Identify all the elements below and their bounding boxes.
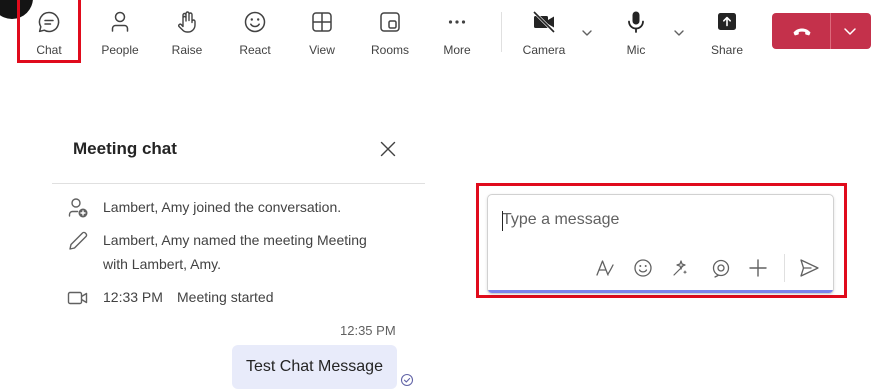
- mic-label: Mic: [626, 43, 646, 57]
- copilot-icon[interactable]: [670, 257, 692, 279]
- people-button[interactable]: People: [94, 6, 146, 62]
- event-joined-text: Lambert, Amy joined the conversation.: [103, 199, 342, 215]
- rooms-label: Rooms: [370, 43, 409, 57]
- people-icon: [111, 11, 129, 32]
- more-icon: [448, 20, 466, 24]
- text-caret: [502, 211, 503, 231]
- toolbar-divider: [501, 12, 502, 52]
- react-button[interactable]: React: [229, 6, 281, 62]
- raise-label: Raise: [171, 43, 203, 57]
- grid-view-icon: [312, 12, 332, 32]
- compose-focus-bar: [488, 290, 833, 293]
- breakout-rooms-icon: [380, 12, 400, 32]
- camera-button[interactable]: Camera: [518, 6, 570, 62]
- chat-button-highlight: [17, 0, 81, 63]
- event-renamed-text-line2: with Lambert, Amy.: [103, 256, 222, 272]
- camera-label: Camera: [522, 43, 566, 57]
- sent-check-icon: [400, 373, 414, 387]
- panel-divider: [52, 183, 425, 184]
- view-label: View: [309, 43, 335, 57]
- react-label: React: [239, 43, 271, 57]
- rooms-button[interactable]: Rooms: [364, 6, 416, 62]
- share-button[interactable]: Share: [701, 6, 753, 62]
- event-time: 12:33 PM: [103, 289, 163, 305]
- people-label: People: [101, 43, 139, 57]
- pencil-icon: [69, 231, 88, 250]
- event-started-text: Meeting started: [177, 289, 274, 305]
- hand-icon: [178, 11, 196, 33]
- mic-chevron-down-icon[interactable]: [672, 26, 686, 40]
- video-camera-icon: [67, 291, 88, 305]
- share-label: Share: [710, 43, 744, 57]
- more-label: More: [443, 43, 471, 57]
- send-icon[interactable]: [798, 257, 820, 279]
- compose-divider: [784, 254, 785, 282]
- microphone-icon: [628, 11, 644, 33]
- leave-divider: [830, 13, 831, 49]
- person-joined-icon: [68, 198, 88, 218]
- leave-button-group: [772, 13, 871, 49]
- chat-message-bubble[interactable]: Test Chat Message: [232, 345, 397, 389]
- message-timestamp: 12:35 PM: [340, 323, 396, 338]
- emoji-icon[interactable]: [632, 257, 654, 279]
- close-icon[interactable]: [378, 139, 398, 159]
- message-input[interactable]: [502, 207, 802, 233]
- loop-icon[interactable]: [710, 257, 732, 279]
- view-button[interactable]: View: [296, 6, 348, 62]
- hang-up-icon[interactable]: [791, 22, 813, 40]
- mic-button[interactable]: Mic: [610, 6, 662, 62]
- camera-chevron-down-icon[interactable]: [580, 26, 594, 40]
- camera-off-icon: [532, 10, 556, 34]
- leave-chevron-down-icon[interactable]: [842, 24, 858, 38]
- share-screen-icon: [718, 13, 736, 30]
- panel-title: Meeting chat: [73, 139, 177, 158]
- meeting-toolbar: Chat People Raise React View Rooms More …: [0, 0, 874, 70]
- emoji-icon: [244, 11, 266, 33]
- format-icon[interactable]: [594, 257, 616, 279]
- plus-icon[interactable]: [747, 257, 769, 279]
- raise-hand-button[interactable]: Raise: [161, 6, 213, 62]
- compose-box: [487, 194, 834, 294]
- more-button[interactable]: More: [431, 6, 483, 62]
- event-renamed-text-line1: Lambert, Amy named the meeting Meeting: [103, 232, 367, 248]
